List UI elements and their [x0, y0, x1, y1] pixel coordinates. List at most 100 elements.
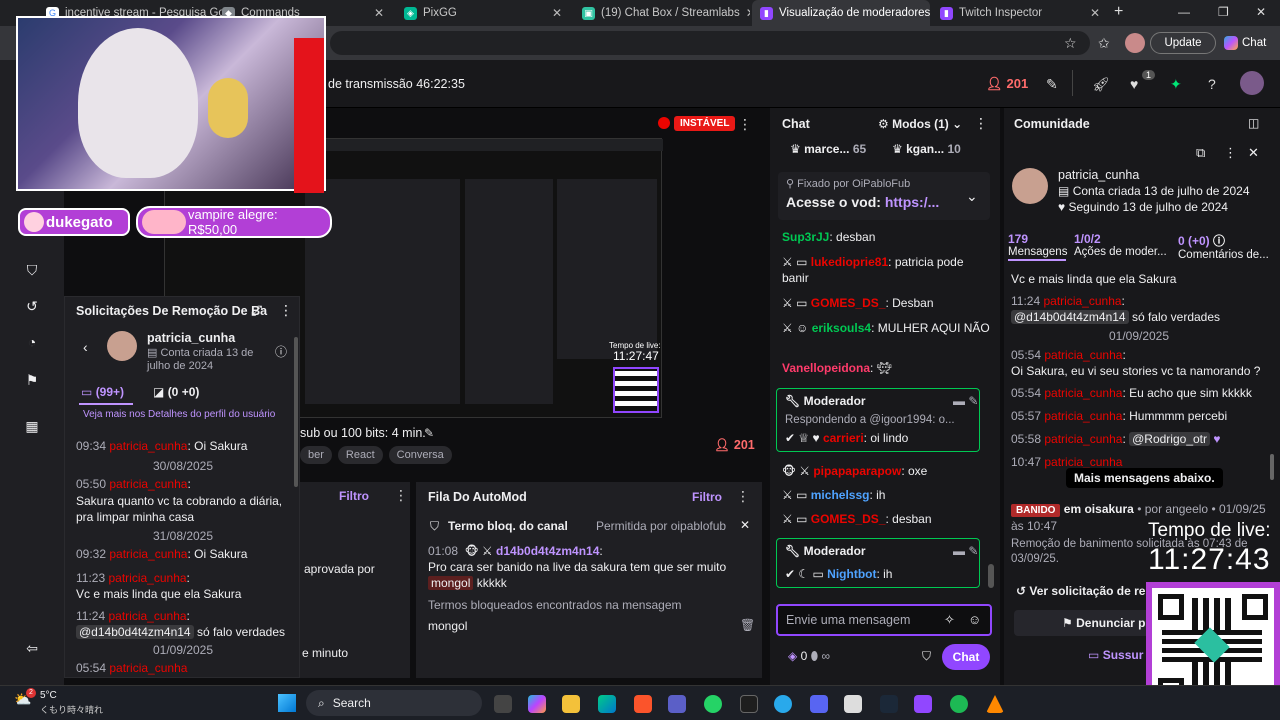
mod-shield-icon[interactable]: ⛉	[922, 649, 931, 664]
chat-menu-icon[interactable]: ⋮	[974, 115, 988, 132]
app-icon[interactable]	[740, 695, 758, 713]
minimize-icon[interactable]: —	[1178, 5, 1190, 19]
close-icon[interactable]: ✕	[740, 518, 750, 532]
stat-mod-actions[interactable]: 1/0/2 Ações de moder...	[1074, 232, 1178, 258]
exit-icon[interactable]: ⇦	[22, 638, 42, 658]
maximize-icon[interactable]: ❐	[1218, 5, 1229, 19]
close-tab-icon[interactable]: ✕	[1090, 6, 1100, 20]
score-tab[interactable]: ◪ (0 +0)	[153, 385, 199, 399]
close-window-icon[interactable]: ✕	[1256, 5, 1266, 19]
trash-icon[interactable]: 🗑︎	[740, 618, 755, 632]
tag[interactable]: Conversa	[388, 446, 452, 464]
new-tab-icon[interactable]: +	[1114, 3, 1123, 21]
profile-details-link[interactable]: Veja mais nos Detalhes do perfil do usuá…	[83, 409, 275, 420]
log-scrollbar[interactable]	[1270, 454, 1274, 480]
edge-icon[interactable]	[598, 695, 616, 713]
taskbar-search[interactable]: ⌕ Search	[306, 690, 482, 716]
chat-input[interactable]: Envie uma mensagem ✧ ☺	[776, 604, 992, 636]
history-icon[interactable]: ↺	[22, 296, 42, 316]
notifications-icon[interactable]: ♥	[1130, 76, 1138, 92]
discord-icon[interactable]	[810, 695, 828, 713]
close-icon[interactable]: ✕	[1248, 145, 1259, 161]
chat-user[interactable]: pipapaparapow	[813, 464, 901, 478]
log-mention[interactable]: @Rodrigo_otr	[1129, 432, 1210, 446]
expand-icon[interactable]: ⤢	[251, 302, 262, 319]
whisper-button[interactable]: ▭ Sussur	[1088, 648, 1143, 662]
file-explorer-icon[interactable]	[562, 695, 580, 713]
update-button[interactable]: Update	[1150, 32, 1216, 54]
twitch-app-icon[interactable]	[914, 695, 932, 713]
popout-icon[interactable]: ⧉	[1196, 145, 1205, 161]
scrollbar[interactable]	[294, 337, 298, 487]
chevron-down-icon[interactable]: ⌄	[966, 188, 978, 205]
tag[interactable]: ber	[300, 446, 332, 464]
info-icon[interactable]: ⓘ	[275, 343, 287, 360]
highlight-actions-icon[interactable]: ▬ ✎	[953, 394, 978, 408]
channel-points[interactable]: ◈ 0 ⬮ ∞	[788, 649, 830, 664]
pinned-link[interactable]: https:/...	[885, 194, 939, 210]
close-tab-icon[interactable]: ✕	[552, 6, 562, 20]
task-view-icon[interactable]	[494, 695, 512, 713]
profile-avatar[interactable]	[1125, 33, 1145, 53]
automod-filter-button[interactable]: Filtro	[692, 490, 722, 504]
tab-pixgg[interactable]: ◈ PixGG ✕	[396, 0, 570, 26]
activity-icon[interactable]: ◔	[22, 332, 42, 352]
quick-actions-icon[interactable]: ▦	[22, 416, 42, 436]
video-menu-icon[interactable]: ⋮	[738, 116, 752, 133]
info-icon[interactable]: ⓘ	[1213, 234, 1225, 248]
extension-icon[interactable]: ✦	[1170, 76, 1182, 93]
log-mention[interactable]: @d14b0d4t4zm4n14	[1011, 310, 1129, 324]
more-icon[interactable]: ⋮	[1224, 145, 1237, 161]
tab-moderator-view[interactable]: ▮ Visualização de moderadores ✕	[752, 0, 930, 26]
edit-goal-icon[interactable]: ✎	[424, 426, 434, 440]
copilot-chat-button[interactable]: Chat	[1224, 33, 1276, 53]
panel-menu-icon[interactable]: ⋮	[394, 487, 408, 504]
chat-user[interactable]: Sup3rJJ	[782, 230, 829, 244]
close-tab-icon[interactable]: ✕	[374, 6, 384, 20]
favorites-icon[interactable]: ✩	[1098, 35, 1110, 52]
chat-modes-dropdown[interactable]: ⚙ Modos (1) ⌄	[878, 117, 962, 131]
more-messages-below[interactable]: Mais mensagens abaixo.	[1066, 468, 1223, 488]
whatsapp-icon[interactable]	[704, 695, 722, 713]
shield-icon[interactable]: ⛉	[22, 260, 42, 280]
copilot-app-icon[interactable]	[528, 695, 546, 713]
obs-icon[interactable]	[844, 695, 862, 713]
steam-icon[interactable]	[880, 695, 898, 713]
back-icon[interactable]: ‹	[83, 339, 88, 355]
chat-user[interactable]: Nightbot	[827, 567, 876, 581]
chat-user[interactable]: GOMES_DS_	[811, 296, 886, 310]
view-request-button[interactable]: ↺ Ver solicitação de re	[1016, 584, 1145, 598]
chat-user[interactable]: GOMES_DS_	[811, 512, 886, 526]
close-tab-icon[interactable]: ✕	[746, 6, 750, 20]
filter-button[interactable]: Filtro	[339, 489, 369, 503]
user-avatar[interactable]	[1240, 71, 1264, 95]
store-icon[interactable]	[668, 695, 686, 713]
chat-user[interactable]: eriksouls4	[812, 321, 871, 335]
chat-scrollbar[interactable]	[988, 564, 994, 588]
edit-icon[interactable]: ✎	[1046, 76, 1058, 93]
chat-user[interactable]: carrieri	[823, 431, 864, 445]
spotify-icon[interactable]	[950, 695, 968, 713]
vlc-icon[interactable]	[986, 695, 1004, 713]
panel-toggle-icon[interactable]: ◫	[1248, 116, 1259, 130]
pinned-message[interactable]: ⚲ Fixado por OiPabloFub Acesse o vod: ht…	[778, 172, 990, 220]
windows-start-icon[interactable]	[278, 694, 296, 712]
telegram-icon[interactable]	[774, 695, 792, 713]
stat-messages[interactable]: 179 Mensagens	[1008, 232, 1068, 261]
stat-comments[interactable]: 0 (+0) ⓘ Comentários de...	[1178, 232, 1278, 261]
rocket-icon[interactable]: 🚀︎	[1092, 76, 1110, 93]
chat-send-button[interactable]: Chat	[942, 644, 990, 670]
star-icon[interactable]: ☆	[1064, 35, 1077, 52]
help-icon[interactable]: ?	[1208, 76, 1216, 92]
automod-menu-icon[interactable]: ⋮	[736, 488, 750, 505]
ai-sparkle-icon[interactable]: ✧	[944, 612, 955, 628]
brave-icon[interactable]	[634, 695, 652, 713]
tab-twitch-inspector[interactable]: ▮ Twitch Inspector ✕	[932, 0, 1108, 26]
tag[interactable]: React	[337, 446, 383, 464]
panel-menu-icon[interactable]: ⋮	[279, 302, 293, 319]
chat-user[interactable]: lukedioprie81	[811, 255, 888, 269]
message-mention[interactable]: @d14b0d4t4zm4n14	[76, 625, 194, 639]
emoji-icon[interactable]: ☺	[968, 612, 981, 627]
report-icon[interactable]: ⚑	[22, 370, 42, 390]
messages-tab[interactable]: ▭ (99+)	[81, 385, 124, 399]
